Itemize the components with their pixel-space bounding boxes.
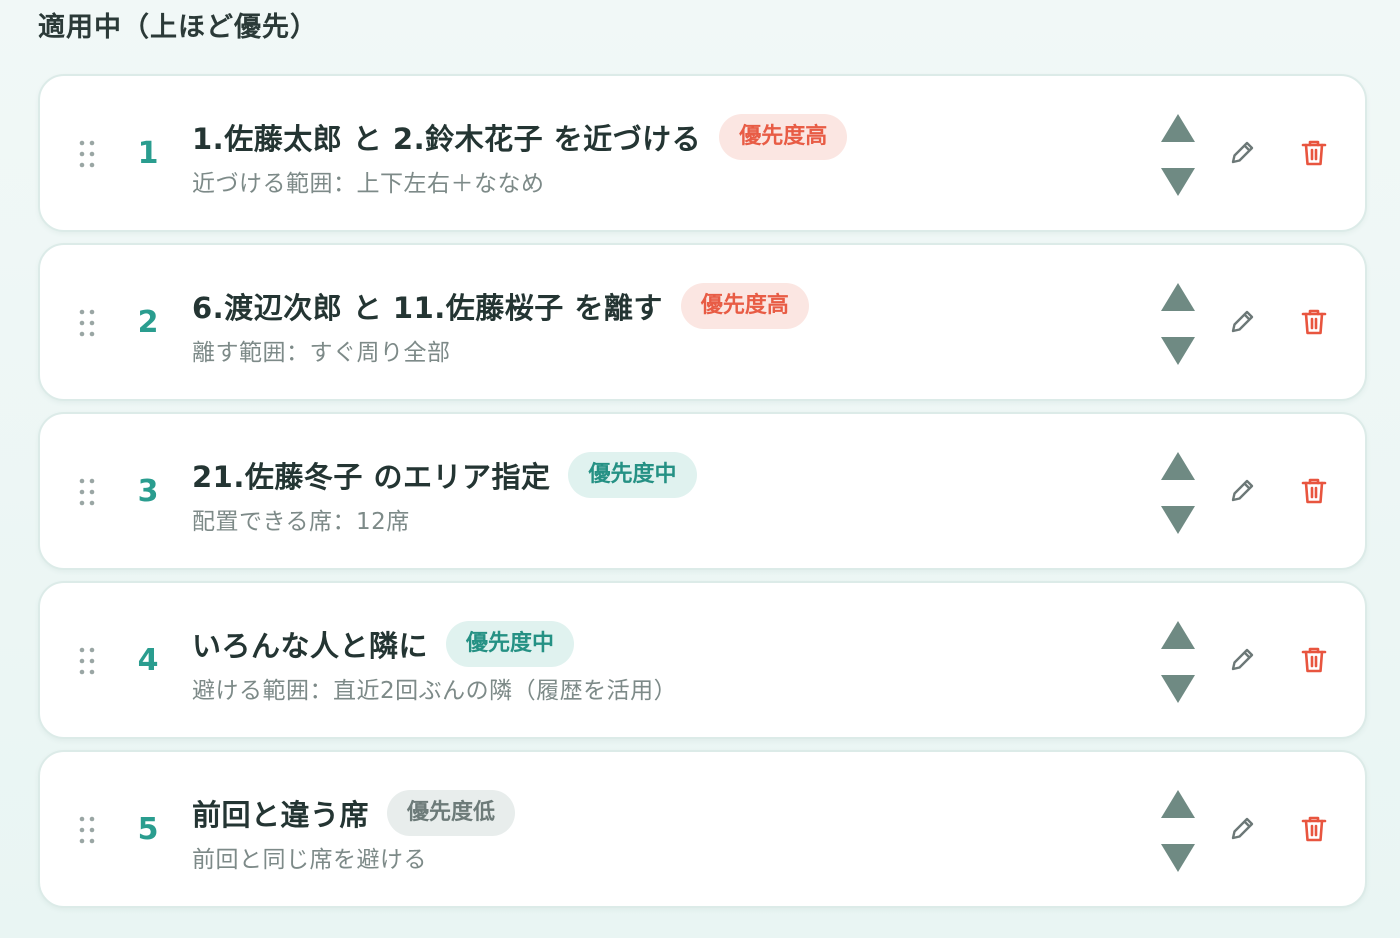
drag-handle-icon[interactable] bbox=[76, 815, 98, 845]
drag-handle-icon[interactable] bbox=[76, 646, 98, 676]
rule-card: 5 前回と違う席 優先度低 前回と同じ席を避ける bbox=[38, 750, 1367, 908]
rule-title: 1.佐藤太郎 と 2.鈴木花子 を近づける bbox=[192, 122, 702, 156]
rule-card: 4 いろんな人と隣に 優先度中 避ける範囲：直近2回ぶんの隣（履歴を活用） bbox=[38, 581, 1367, 739]
rule-title-row: 前回と違う席 優先度低 bbox=[192, 788, 1115, 838]
delete-button[interactable] bbox=[1296, 811, 1332, 847]
move-down-button[interactable] bbox=[1158, 502, 1198, 536]
edit-button[interactable] bbox=[1224, 304, 1260, 340]
rule-title: 21.佐藤冬子 のエリア指定 bbox=[192, 460, 551, 494]
rule-title-row: いろんな人と隣に 優先度中 bbox=[192, 619, 1115, 669]
pencil-icon bbox=[1231, 817, 1254, 840]
triangle-down-icon bbox=[1161, 506, 1195, 534]
delete-button[interactable] bbox=[1296, 135, 1332, 171]
order-controls bbox=[1158, 281, 1198, 367]
rule-description: 避ける範囲：直近2回ぶんの隣（履歴を活用） bbox=[192, 678, 678, 704]
drag-handle-icon[interactable] bbox=[76, 139, 98, 169]
move-up-button[interactable] bbox=[1158, 112, 1198, 146]
triangle-up-icon bbox=[1161, 452, 1195, 480]
trash-icon bbox=[1301, 647, 1327, 673]
rule-number: 4 bbox=[137, 643, 159, 678]
pencil-icon bbox=[1231, 141, 1254, 164]
order-controls bbox=[1158, 619, 1198, 705]
rule-body: いろんな人と隣に 優先度中 避ける範囲：直近2回ぶんの隣（履歴を活用） bbox=[192, 619, 1115, 705]
priority-badge: 優先度中 bbox=[568, 452, 697, 498]
rule-card: 2 6.渡辺次郎 と 11.佐藤桜子 を離す 優先度高 離す範囲：すぐ周り全部 bbox=[38, 243, 1367, 401]
delete-button[interactable] bbox=[1296, 473, 1332, 509]
order-controls bbox=[1158, 112, 1198, 198]
rule-body: 21.佐藤冬子 のエリア指定 優先度中 配置できる席：12席 bbox=[192, 450, 1115, 536]
move-up-button[interactable] bbox=[1158, 788, 1198, 822]
priority-badge: 優先度高 bbox=[680, 283, 809, 329]
trash-icon bbox=[1301, 816, 1327, 842]
pencil-icon bbox=[1231, 310, 1254, 333]
priority-badge: 優先度低 bbox=[387, 790, 516, 836]
rule-title-row: 21.佐藤冬子 のエリア指定 優先度中 bbox=[192, 450, 1115, 500]
rule-description: 近づける範囲：上下左右＋ななめ bbox=[192, 171, 545, 197]
rule-list: 1 1.佐藤太郎 と 2.鈴木花子 を近づける 優先度高 近づける範囲：上下左右… bbox=[38, 74, 1367, 919]
rule-card: 1 1.佐藤太郎 と 2.鈴木花子 を近づける 優先度高 近づける範囲：上下左右… bbox=[38, 74, 1367, 232]
priority-badge: 優先度高 bbox=[719, 114, 848, 160]
rule-number: 2 bbox=[137, 305, 159, 340]
move-up-button[interactable] bbox=[1158, 619, 1198, 653]
edit-button[interactable] bbox=[1224, 811, 1260, 847]
priority-badge: 優先度中 bbox=[446, 621, 575, 667]
drag-handle-icon[interactable] bbox=[76, 477, 98, 507]
rule-number: 5 bbox=[137, 812, 159, 847]
drag-handle-icon[interactable] bbox=[76, 308, 98, 338]
rule-body: 6.渡辺次郎 と 11.佐藤桜子 を離す 優先度高 離す範囲：すぐ周り全部 bbox=[192, 281, 1115, 367]
triangle-up-icon bbox=[1161, 114, 1195, 142]
rule-title: 前回と違う席 bbox=[192, 798, 370, 832]
pencil-icon bbox=[1231, 648, 1254, 671]
delete-button[interactable] bbox=[1296, 304, 1332, 340]
move-down-button[interactable] bbox=[1158, 671, 1198, 705]
rule-description: 前回と同じ席を避ける bbox=[192, 847, 427, 873]
order-controls bbox=[1158, 788, 1198, 874]
move-down-button[interactable] bbox=[1158, 840, 1198, 874]
rule-body: 前回と違う席 優先度低 前回と同じ席を避ける bbox=[192, 788, 1115, 874]
edit-button[interactable] bbox=[1224, 473, 1260, 509]
trash-icon bbox=[1301, 478, 1327, 504]
triangle-down-icon bbox=[1161, 168, 1195, 196]
triangle-up-icon bbox=[1161, 621, 1195, 649]
triangle-up-icon bbox=[1161, 283, 1195, 311]
edit-button[interactable] bbox=[1224, 135, 1260, 171]
trash-icon bbox=[1301, 309, 1327, 335]
move-down-button[interactable] bbox=[1158, 333, 1198, 367]
move-up-button[interactable] bbox=[1158, 450, 1198, 484]
rule-description: 配置できる席：12席 bbox=[192, 509, 410, 535]
rule-title-row: 1.佐藤太郎 と 2.鈴木花子 を近づける 優先度高 bbox=[192, 112, 1115, 162]
trash-icon bbox=[1301, 140, 1327, 166]
triangle-down-icon bbox=[1161, 844, 1195, 872]
triangle-down-icon bbox=[1161, 337, 1195, 365]
rule-card: 3 21.佐藤冬子 のエリア指定 優先度中 配置できる席：12席 bbox=[38, 412, 1367, 570]
rule-number: 3 bbox=[137, 474, 159, 509]
pencil-icon bbox=[1231, 479, 1254, 502]
rule-title: 6.渡辺次郎 と 11.佐藤桜子 を離す bbox=[192, 291, 663, 325]
rule-description: 離す範囲：すぐ周り全部 bbox=[192, 340, 451, 366]
edit-button[interactable] bbox=[1224, 642, 1260, 678]
triangle-down-icon bbox=[1161, 675, 1195, 703]
rule-number: 1 bbox=[137, 136, 159, 171]
order-controls bbox=[1158, 450, 1198, 536]
delete-button[interactable] bbox=[1296, 642, 1332, 678]
rule-title-row: 6.渡辺次郎 と 11.佐藤桜子 を離す 優先度高 bbox=[192, 281, 1115, 331]
rule-body: 1.佐藤太郎 と 2.鈴木花子 を近づける 優先度高 近づける範囲：上下左右＋な… bbox=[192, 112, 1115, 198]
triangle-up-icon bbox=[1161, 790, 1195, 818]
move-down-button[interactable] bbox=[1158, 164, 1198, 198]
move-up-button[interactable] bbox=[1158, 281, 1198, 315]
rule-title: いろんな人と隣に bbox=[192, 629, 429, 663]
section-title: 適用中（上ほど優先） bbox=[38, 12, 318, 43]
